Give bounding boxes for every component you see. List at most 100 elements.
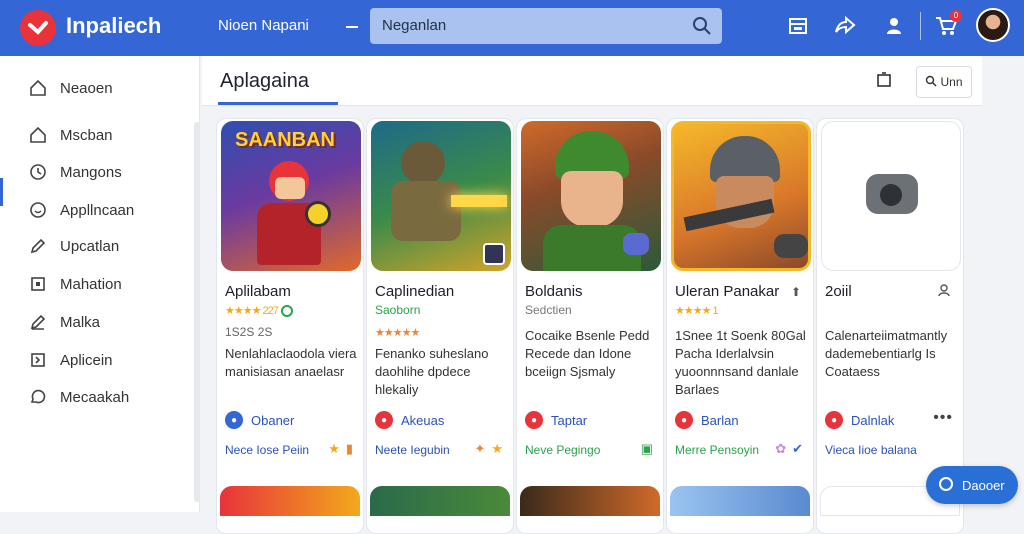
app-category: Sedctien: [525, 303, 572, 317]
share-icon[interactable]: [834, 14, 858, 38]
sidebar-item-label: Mangons: [60, 163, 122, 181]
help-chat-button[interactable]: Daooer: [926, 466, 1018, 504]
cart-badge: 0: [950, 10, 962, 22]
app-publisher[interactable]: ● Barlan: [675, 411, 739, 429]
app-description: Cocaike Bsenle Pedd Recede dan Idone bce…: [525, 328, 650, 379]
search-bar[interactable]: Neganlan: [370, 8, 722, 44]
screenshot-icon[interactable]: [483, 243, 505, 265]
sparkle-icon[interactable]: ✦: [474, 441, 485, 457]
sidebar-item-mahation[interactable]: Mahation: [0, 266, 200, 302]
brand-logo-icon[interactable]: [20, 10, 56, 46]
star-icon[interactable]: ★: [328, 441, 340, 457]
app-publisher[interactable]: ● Akeuas: [375, 411, 444, 429]
publisher-name: Obaner: [251, 412, 295, 428]
header-divider: [920, 12, 921, 40]
publisher-name: Barlan: [701, 412, 739, 428]
pencil-icon: [28, 236, 48, 256]
sidebar-item-malka[interactable]: Malka: [0, 304, 200, 340]
app-title[interactable]: Caplinedian: [375, 283, 454, 300]
sidebar-item-upcatlan[interactable]: Upcatlan: [0, 228, 200, 264]
check-icon[interactable]: ✔: [792, 441, 803, 457]
app-action-link[interactable]: Neete Iegubin: [375, 443, 450, 457]
brand-name[interactable]: Inpaliech: [66, 13, 161, 39]
star-icon[interactable]: ★: [491, 441, 503, 457]
store-icon[interactable]: [786, 14, 810, 38]
app-action-icons: ★ ▮: [328, 441, 353, 457]
controller-icon: [623, 233, 649, 255]
clock-icon: [28, 162, 48, 182]
sidebar-item-mscban[interactable]: Mscban: [0, 117, 200, 153]
chat-bubble-icon: [938, 476, 954, 495]
smile-icon: [28, 200, 48, 220]
square-arrow-icon: [28, 350, 48, 370]
filter-button[interactable]: Unn: [916, 66, 972, 98]
app-card[interactable]: Uleran Panakar ⬆ ★★★★ 1 1Snee 1t Soenk 8…: [666, 118, 814, 534]
app-description: Fenanko suheslano daohlihe dpdece hlekal…: [375, 346, 489, 397]
avatar[interactable]: [976, 8, 1010, 42]
app-thumbnail[interactable]: [821, 121, 961, 271]
app-description: Nenlahlaclaodola viera manisiasan anaela…: [225, 346, 357, 379]
app-thumbnail[interactable]: [521, 121, 661, 271]
app-title[interactable]: Aplilabam: [225, 283, 291, 300]
app-card[interactable]: Caplinedian Saoborn ★★★★★ Fenanko suhesl…: [366, 118, 514, 534]
window-icon[interactable]: [874, 70, 894, 90]
pin-icon[interactable]: ⬆: [791, 285, 801, 299]
app-publisher[interactable]: ● Taptar: [525, 411, 587, 429]
app-action-link[interactable]: Merre Pensoyin: [675, 443, 759, 457]
menu-dash-icon[interactable]: [346, 26, 358, 28]
app-thumbnail[interactable]: SAANBAN: [221, 121, 361, 271]
character-body: [391, 181, 461, 241]
app-thumbnail[interactable]: [671, 121, 811, 271]
sidebar-item-label: Appllncaan: [60, 201, 135, 219]
search-small-icon: [925, 75, 937, 90]
sidebar-item-mecaakah[interactable]: Mecaakah: [0, 379, 200, 415]
sidebar-item-label: Mahation: [60, 275, 122, 293]
title-underline: [218, 102, 338, 105]
nav-title[interactable]: Nioen Napani: [218, 17, 309, 34]
box-icon: [28, 274, 48, 294]
search-icon[interactable]: [692, 16, 712, 41]
app-card[interactable]: Boldanis Sedctien Cocaike Bsenle Pedd Re…: [516, 118, 664, 534]
user-outline-icon[interactable]: [937, 283, 951, 302]
top-bar: Inpaliech Nioen Napani Neganlan 0: [0, 0, 1024, 56]
app-description: Calenarteiimatmantly dademebentiarlg Is …: [825, 328, 948, 379]
download-icon[interactable]: ▣: [641, 441, 653, 457]
publisher-name: Dalnlak: [851, 412, 895, 428]
sidebar-item-aplicein[interactable]: Aplicein: [0, 342, 200, 378]
sidebar: Neaoen Mscban Mangons Appllncaan Upcatla…: [0, 56, 200, 512]
app-publisher[interactable]: ● Obaner: [225, 411, 294, 429]
sidebar-item-mangons[interactable]: Mangons: [0, 154, 200, 190]
app-title[interactable]: Boldanis: [525, 283, 583, 300]
user-icon[interactable]: [882, 14, 906, 38]
chat-icon: [28, 387, 48, 407]
edit-icon: [28, 312, 48, 332]
app-title[interactable]: Uleran Panakar: [675, 283, 779, 300]
sidebar-item-label: Aplicein: [60, 351, 113, 369]
publisher-logo-icon: ●: [675, 411, 693, 429]
sidebar-item-neaoen[interactable]: Neaoen: [0, 70, 200, 106]
bookmark-icon[interactable]: ▮: [346, 441, 353, 457]
sidebar-item-appllncaan[interactable]: Appllncaan: [0, 192, 200, 228]
app-rating: ★★★★ 1: [675, 305, 719, 317]
filter-button-label: Unn: [940, 75, 963, 89]
weapon-beam: [451, 195, 507, 207]
main-header: Aplagaina Unn: [202, 56, 982, 106]
character-face: [275, 177, 305, 199]
main-content: Aplagaina Unn SAANBAN Aplilabam ★★★★ 227…: [202, 56, 1024, 534]
heart-icon[interactable]: ✿: [775, 441, 786, 457]
app-category: Saoborn: [375, 303, 421, 317]
page-title: Aplagaina: [220, 70, 309, 92]
app-action-link[interactable]: Nece Iose Peiin: [225, 443, 309, 457]
app-card[interactable]: SAANBAN Aplilabam ★★★★ 227 1S2S 2S Nenla…: [216, 118, 364, 534]
more-options-icon[interactable]: •••: [933, 409, 953, 427]
sidebar-item-label: Upcatlan: [60, 237, 120, 255]
app-action-link[interactable]: Neve Pegingo: [525, 443, 600, 457]
app-title[interactable]: 2oiil: [825, 283, 852, 300]
search-input[interactable]: Neganlan: [382, 17, 446, 34]
app-publisher[interactable]: ● Dalnlak: [825, 411, 894, 429]
app-action-link[interactable]: Vieca Iioe balana: [825, 443, 917, 457]
publisher-logo-icon: ●: [525, 411, 543, 429]
controller-icon: [774, 234, 808, 258]
app-meta: 1S2S 2S: [225, 325, 273, 339]
app-thumbnail[interactable]: [371, 121, 511, 271]
